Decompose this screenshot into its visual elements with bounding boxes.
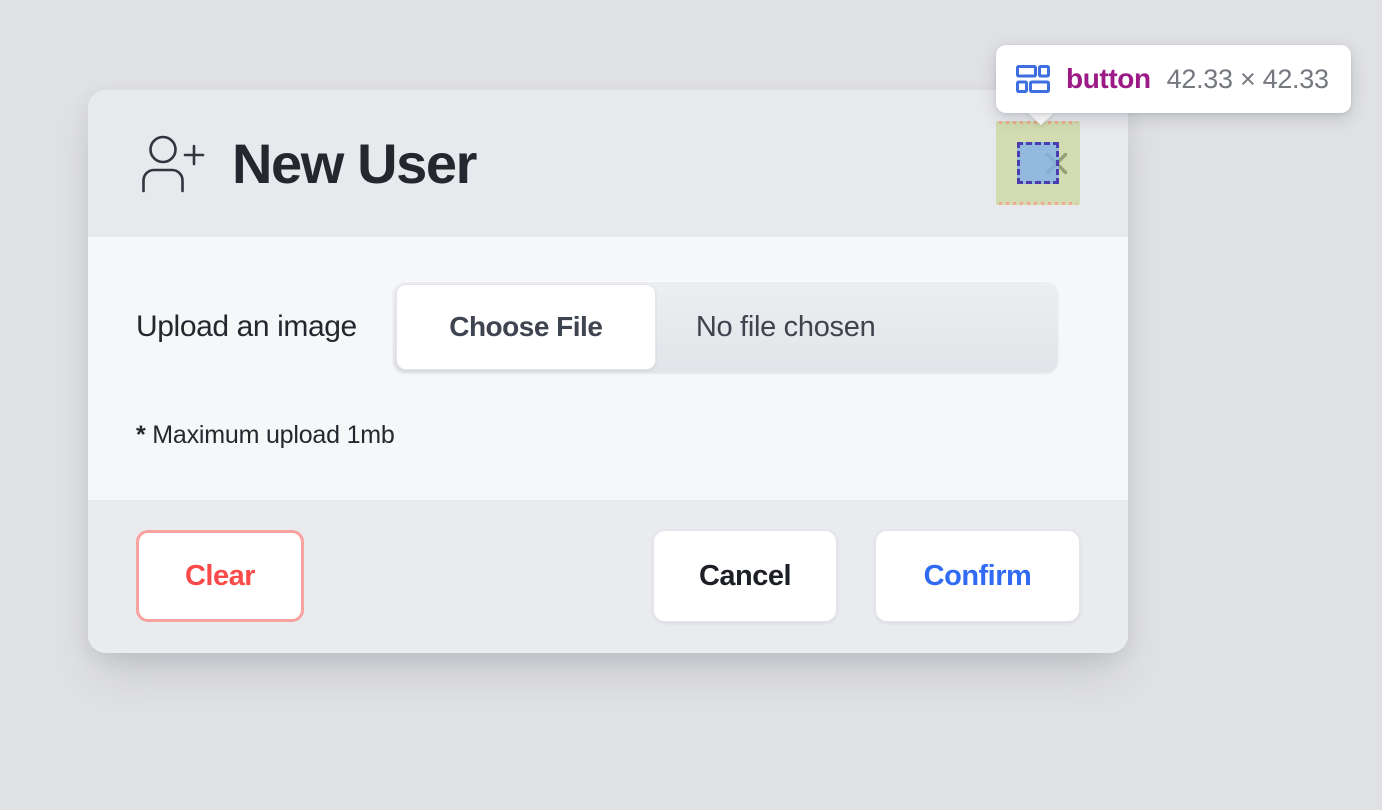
user-plus-icon (136, 133, 206, 195)
upload-hint: * Maximum upload 1mb (136, 421, 1080, 450)
upload-row: Upload an image Choose File No file chos… (136, 281, 1080, 373)
page-root: { "modal": { "header": { "icon": "user-p… (0, 0, 1382, 810)
page-title: New User (232, 131, 477, 195)
inspector-tooltip-arrow (1026, 111, 1056, 125)
modal-header-left: New User (136, 131, 477, 195)
modal-header: New User (88, 90, 1128, 237)
file-input[interactable]: Choose File No file chosen (392, 281, 1058, 373)
upload-image-label: Upload an image (136, 310, 357, 343)
file-status-text: No file chosen (695, 310, 876, 343)
modal-footer: Clear Cancel Confirm (88, 501, 1128, 653)
modal-body: Upload an image Choose File No file chos… (88, 237, 1128, 501)
inspector-tooltip: button 42.33 × 42.33 (996, 45, 1351, 113)
hint-text: Maximum upload 1mb (152, 421, 395, 449)
layout-grid-icon (1016, 65, 1050, 93)
cancel-button[interactable]: Cancel (653, 530, 837, 622)
choose-file-button[interactable]: Choose File (395, 284, 656, 370)
confirm-button[interactable]: Confirm (875, 530, 1080, 622)
hint-asterisk: * (136, 421, 146, 449)
close-button[interactable] (1035, 142, 1078, 185)
close-x-icon (1043, 150, 1070, 177)
clear-button[interactable]: Clear (136, 530, 304, 622)
inspector-tag-name: button (1066, 63, 1151, 94)
new-user-modal: New User Upload an image Choose File No … (88, 90, 1128, 653)
inspector-dimensions: 42.33 × 42.33 (1166, 63, 1329, 94)
